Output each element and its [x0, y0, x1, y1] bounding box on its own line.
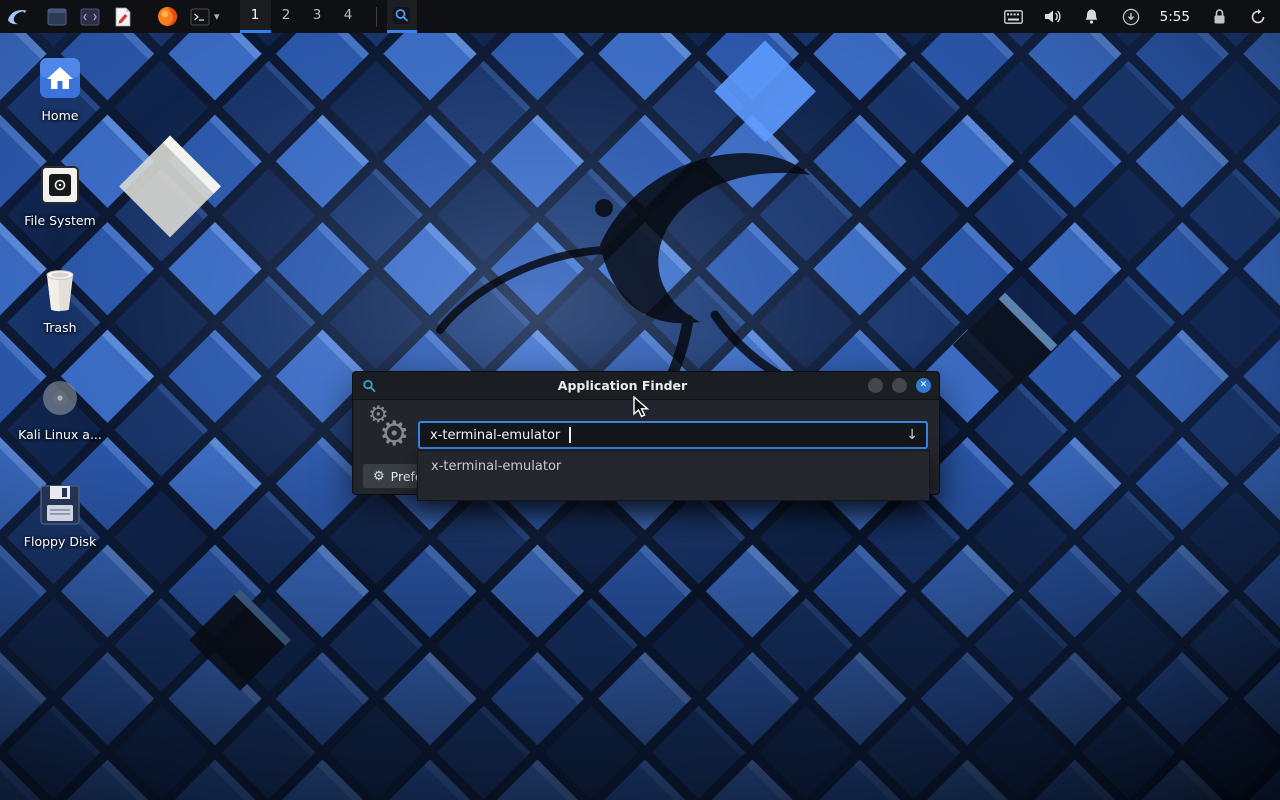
completion-dropdown: x-terminal-emulator: [417, 450, 930, 501]
firefox-icon: [156, 5, 179, 28]
workspace-button-3[interactable]: 3: [302, 0, 333, 33]
terminal-launcher[interactable]: [188, 5, 212, 29]
launcher-dropdown-chevron-icon[interactable]: ▾: [214, 10, 220, 23]
panel-separator: [376, 7, 377, 27]
close-icon: ✕: [920, 381, 928, 390]
titlebar[interactable]: Application Finder ✕: [353, 372, 939, 400]
volume-icon: [1043, 8, 1062, 25]
desktop-icon-label: Kali Linux a...: [12, 427, 108, 442]
taskbar-application-finder[interactable]: [387, 0, 417, 33]
desktop-icon-kali-docs[interactable]: Kali Linux a...: [12, 370, 108, 442]
close-button[interactable]: ✕: [916, 378, 931, 393]
window-controls: ✕: [868, 378, 931, 393]
text-editor-icon: [112, 6, 134, 28]
window-app-magnifier-icon: [361, 378, 377, 394]
search-input-value: x-terminal-emulator: [430, 428, 560, 443]
code-editor-launcher[interactable]: [78, 5, 102, 29]
lock-icon: [1212, 8, 1227, 25]
firefox-launcher[interactable]: [155, 5, 179, 29]
gear-icon: ⚙: [373, 469, 385, 484]
clock[interactable]: 5:55: [1160, 9, 1190, 25]
app-finder-magnifier-icon: [392, 6, 411, 25]
workspace-label: 2: [282, 7, 291, 23]
desktop-icon-floppy-disk[interactable]: Floppy Disk: [12, 477, 108, 549]
search-input[interactable]: x-terminal-emulator ↓: [418, 421, 928, 449]
dropdown-arrow-icon[interactable]: ↓: [906, 427, 918, 443]
maximize-button[interactable]: [892, 378, 907, 393]
desktop-icon-label: Trash: [12, 320, 108, 335]
system-tray: 5:55: [1004, 0, 1280, 33]
kali-logo-icon: [6, 5, 30, 29]
gear-icon-large: ⚙: [379, 417, 409, 451]
circle-arrow-icon: [1122, 8, 1140, 26]
top-panel: ▾ 1 2 3 4: [0, 0, 1280, 33]
desktop-icon-file-system[interactable]: File System: [12, 156, 108, 228]
workspace-button-1[interactable]: 1: [240, 0, 271, 33]
workspace-label: 4: [344, 7, 353, 23]
workspace-label: 3: [313, 7, 322, 23]
notifications-button[interactable]: [1082, 7, 1102, 27]
file-system-drive-icon: [39, 164, 81, 206]
terminal-icon: [189, 6, 211, 28]
application-gears-icon: ⚙ ⚙: [367, 406, 417, 458]
floppy-disk-icon: [38, 483, 82, 527]
desktop-icon-label: File System: [12, 213, 108, 228]
file-manager-icon: [46, 6, 68, 28]
refresh-power-icon: [1249, 8, 1267, 26]
keyboard-icon: [1004, 10, 1023, 24]
workspace-button-4[interactable]: 4: [333, 0, 364, 33]
workspace-button-2[interactable]: 2: [271, 0, 302, 33]
desktop-icon-home[interactable]: Home: [12, 51, 108, 123]
update-indicator-button[interactable]: [1121, 7, 1141, 27]
session-button[interactable]: [1248, 7, 1268, 27]
trash-bin-icon: [38, 267, 82, 313]
keyboard-layout-button[interactable]: [1004, 7, 1024, 27]
desktop-icon-label: Floppy Disk: [12, 534, 108, 549]
kali-disc-icon: [38, 376, 82, 420]
panel-left-section: ▾ 1 2 3 4: [0, 0, 417, 33]
bell-icon: [1083, 8, 1100, 25]
workspace-switcher: 1 2 3 4: [240, 0, 364, 33]
workspace-label: 1: [251, 7, 260, 23]
screen-lock-button[interactable]: [1209, 7, 1229, 27]
desktop-icon-label: Home: [12, 108, 108, 123]
code-editor-icon: [79, 6, 101, 28]
file-manager-launcher[interactable]: [45, 5, 69, 29]
home-folder-icon: [37, 55, 83, 101]
window-title: Application Finder: [377, 378, 868, 393]
minimize-button[interactable]: [868, 378, 883, 393]
applications-menu-button[interactable]: [0, 0, 36, 33]
text-caret: [569, 427, 571, 443]
text-editor-launcher[interactable]: [111, 5, 135, 29]
volume-button[interactable]: [1043, 7, 1063, 27]
desktop-icon-trash[interactable]: Trash: [12, 263, 108, 335]
dropdown-item[interactable]: x-terminal-emulator: [418, 451, 929, 482]
